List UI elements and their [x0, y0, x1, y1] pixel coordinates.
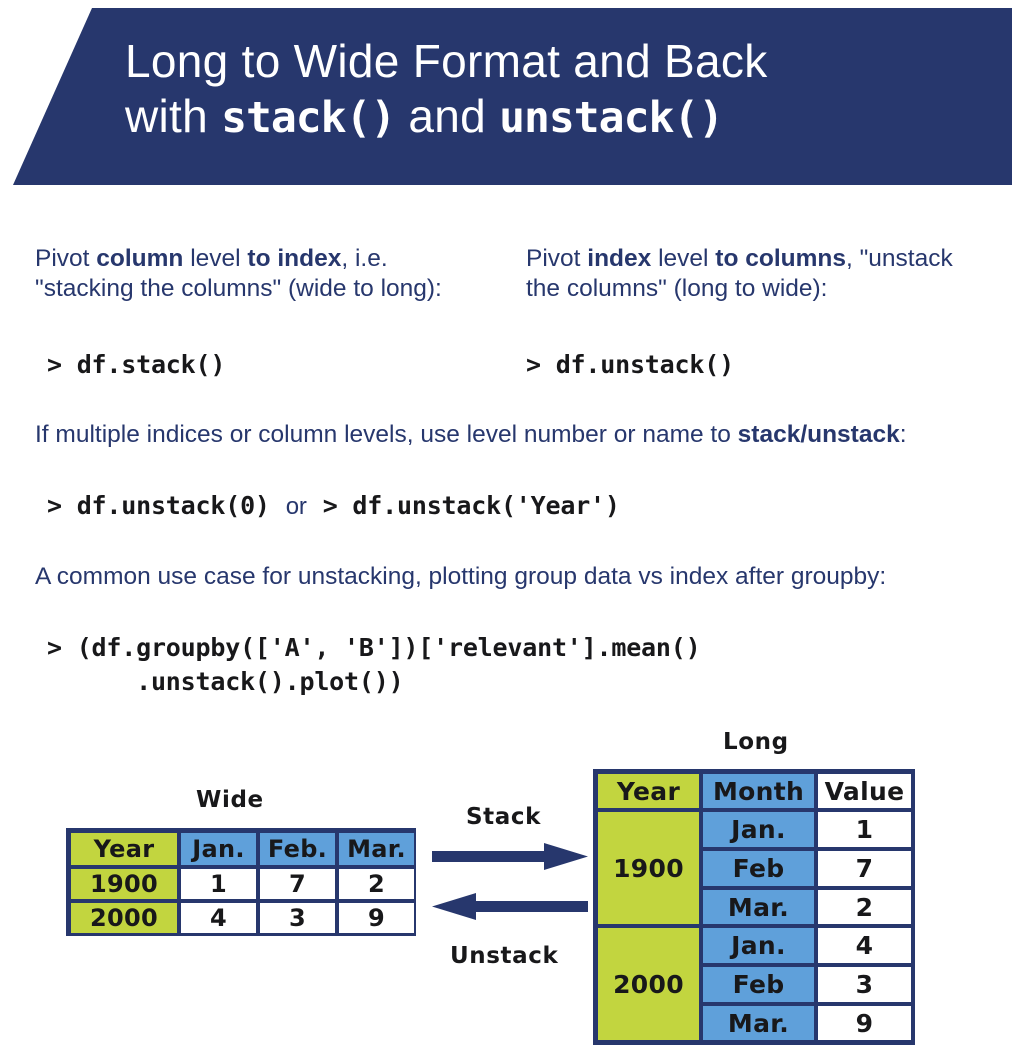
long-cell-1900-month-jan: Jan. [701, 810, 816, 849]
page-title: Long to Wide Format and Back with stack(… [125, 34, 985, 146]
right-column-description: Pivot index level to columns, "unstack t… [526, 244, 986, 304]
left-column-description: Pivot column level to index, i.e. "stack… [35, 244, 490, 304]
long-cell-2000-value-mar: 9 [816, 1004, 913, 1042]
unstack-arrow-left-icon [432, 893, 588, 920]
wide-cell-2000-feb: 3 [258, 901, 337, 935]
stack-arrow-right-icon [432, 843, 588, 870]
long-cell-2000-month-jan: Jan. [701, 926, 816, 965]
long-cell-1900-month-feb: Feb [701, 849, 816, 888]
left-text-1: Pivot [35, 245, 97, 272]
left-text-2: level [183, 245, 248, 272]
stack-unstack-diagram: Wide Long Year Jan. Feb. Mar. 1900 1 7 2… [0, 715, 1018, 1046]
code-unstack-level: > df.unstack(0) or > df.unstack('Year') [47, 489, 620, 524]
code-df-stack: > df.stack() [47, 350, 226, 379]
wide-row-year-1900: 1900 [69, 867, 179, 901]
right-bold-index: index [587, 245, 652, 272]
wide-table: Year Jan. Feb. Mar. 1900 1 7 2 2000 4 3 … [66, 828, 416, 936]
block2-text-2: : [899, 421, 907, 448]
block2-text-1: If multiple indices or column levels, us… [35, 421, 738, 448]
right-bold-to-columns: to columns [715, 245, 846, 272]
wide-cell-2000-jan: 4 [179, 901, 258, 935]
long-cell-1900-month-mar: Mar. [701, 888, 816, 926]
wide-cell-1900-mar: 2 [337, 867, 416, 901]
wide-row-year-2000: 2000 [69, 901, 179, 935]
title-line-1: Long to Wide Format and Back [125, 35, 768, 87]
code-groupby-line-2: .unstack().plot()) [47, 667, 404, 696]
title-and-text: and [395, 90, 500, 142]
wide-cell-1900-jan: 1 [179, 867, 258, 901]
groupby-use-case-description: A common use case for unstacking, plotti… [35, 563, 887, 590]
long-cell-2000-value-feb: 3 [816, 965, 913, 1004]
long-cell-1900-value-feb: 7 [816, 849, 913, 888]
long-table: Year Month Value 1900 Jan. 1 Feb 7 Mar. … [593, 769, 915, 1045]
wide-header-mar: Mar. [337, 831, 416, 867]
right-text-2: level [651, 245, 716, 272]
unstack-arrow-label: Unstack [450, 943, 559, 969]
long-cell-2000-value-jan: 4 [816, 926, 913, 965]
long-group-year-1900: 1900 [596, 810, 701, 926]
code-or-separator: or [285, 493, 307, 520]
title-line-2: with stack() and unstack() [125, 89, 985, 146]
left-bold-to-index: to index [247, 245, 342, 272]
code-df-unstack: > df.unstack() [526, 350, 734, 379]
wide-header-jan: Jan. [179, 831, 258, 867]
title-code-unstack: unstack() [499, 93, 724, 143]
code-groupby-line-1: > (df.groupby(['A', 'B'])['relevant'].me… [47, 633, 701, 662]
title-code-stack: stack() [221, 93, 396, 143]
long-header-year: Year [596, 772, 701, 810]
code-unstack-0: > df.unstack(0) [47, 491, 270, 520]
long-cell-1900-value-jan: 1 [816, 810, 913, 849]
wide-cell-2000-mar: 9 [337, 901, 416, 935]
long-cell-2000-month-feb: Feb [701, 965, 816, 1004]
long-header-month: Month [701, 772, 816, 810]
long-cell-1900-value-mar: 2 [816, 888, 913, 926]
code-unstack-year: > df.unstack('Year') [322, 491, 620, 520]
title-with-text: with [125, 90, 222, 142]
multi-level-description: If multiple indices or column levels, us… [35, 420, 965, 450]
long-cell-2000-month-mar: Mar. [701, 1004, 816, 1042]
wide-header-feb: Feb. [258, 831, 337, 867]
stack-arrow-label: Stack [466, 804, 542, 830]
long-group-year-2000: 2000 [596, 926, 701, 1042]
wide-cell-1900-feb: 7 [258, 867, 337, 901]
long-table-caption: Long [723, 729, 789, 755]
right-text-1: Pivot [526, 245, 588, 272]
wide-header-year: Year [69, 831, 179, 867]
wide-table-caption: Wide [196, 787, 264, 813]
long-header-value: Value [816, 772, 913, 810]
block2-bold-stack-unstack: stack/unstack [737, 421, 900, 448]
left-bold-column: column [96, 245, 184, 272]
code-groupby-unstack-plot: > (df.groupby(['A', 'B'])['relevant'].me… [47, 631, 701, 699]
